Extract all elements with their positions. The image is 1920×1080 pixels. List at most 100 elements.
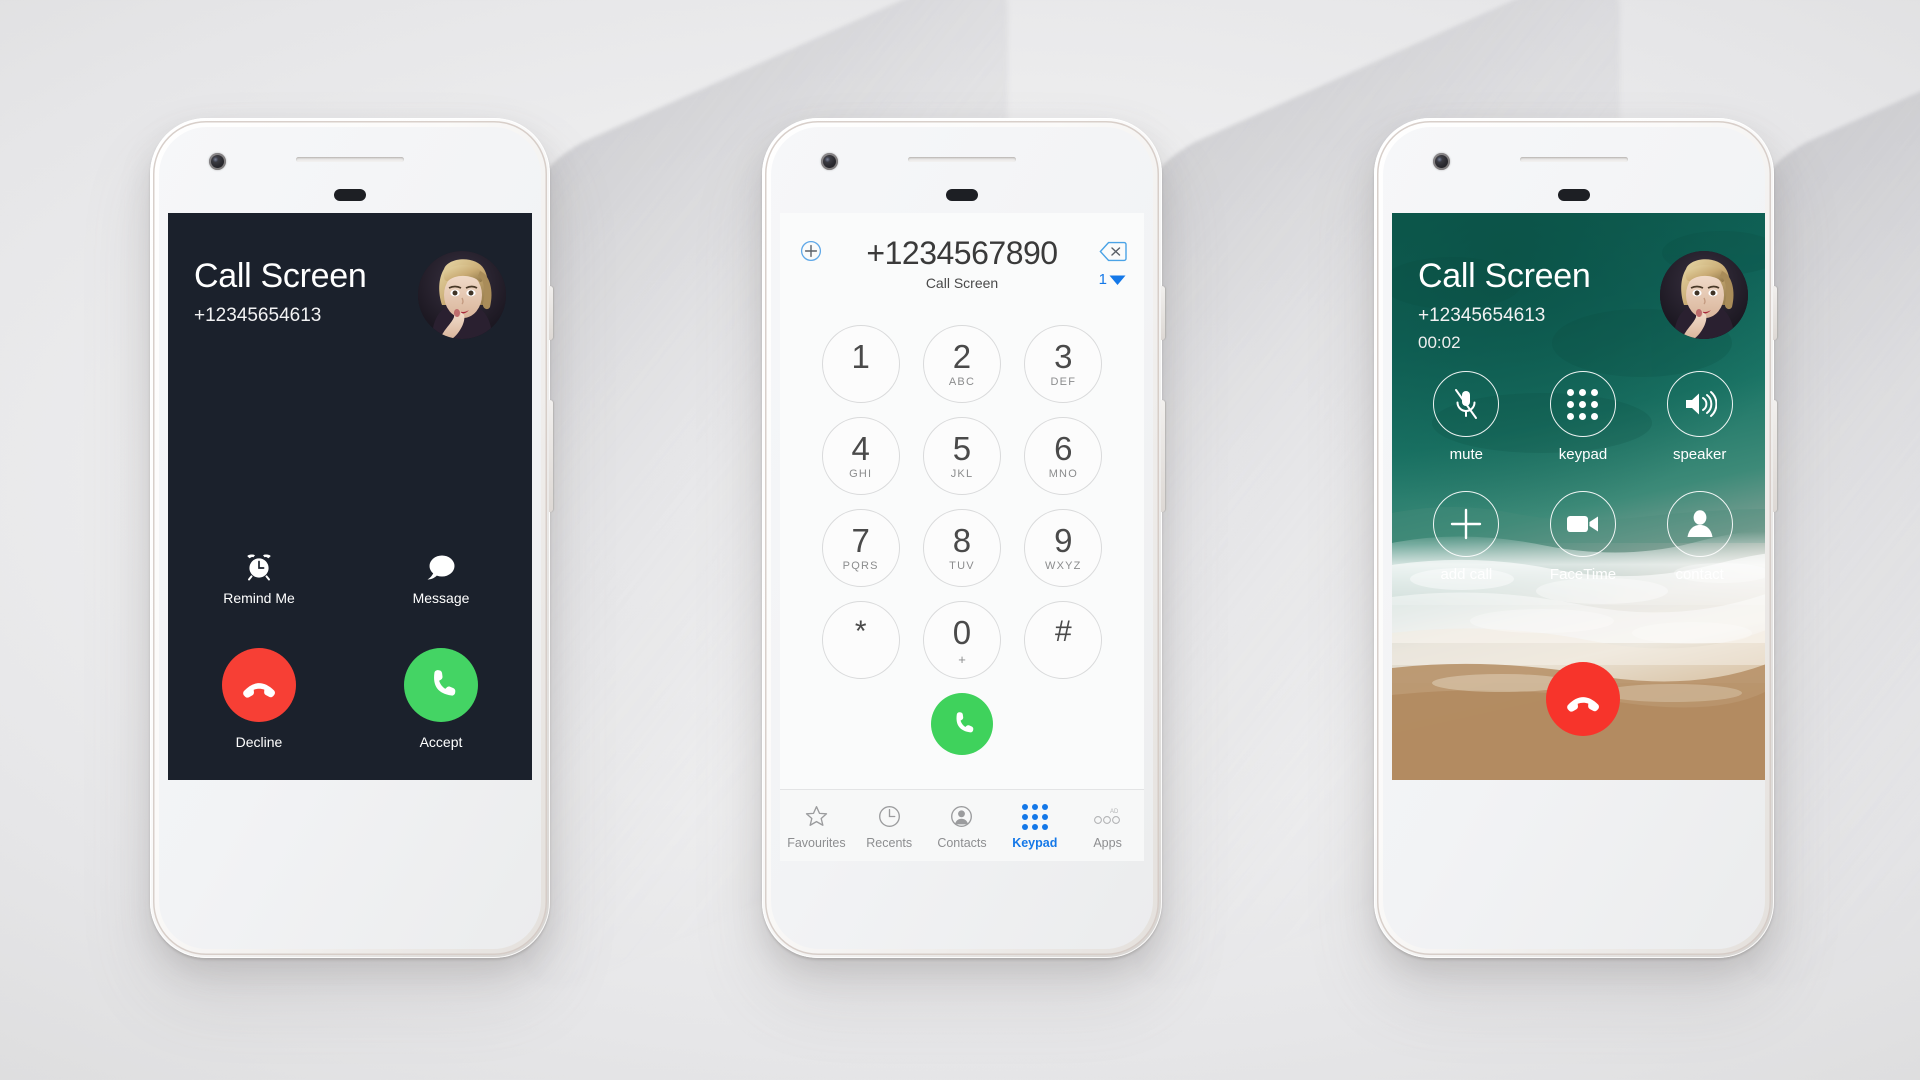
key-digit: #	[1054, 615, 1072, 648]
call-actions-row: Decline Accept	[168, 648, 532, 750]
alarm-clock-icon	[168, 548, 350, 582]
caller-number: +12345654613	[194, 305, 322, 326]
contact-button[interactable]: contact	[1666, 491, 1733, 583]
dialed-number[interactable]: +1234567890	[842, 235, 1082, 272]
volume-button[interactable]	[1161, 400, 1165, 512]
key-digit: 3	[1054, 337, 1073, 375]
avatar	[418, 251, 506, 339]
add-call-button[interactable]: add call	[1433, 491, 1500, 583]
control-label: speaker	[1672, 446, 1727, 463]
tab-favourites[interactable]: Favourites	[780, 802, 853, 850]
tab-label: Apps	[1093, 835, 1122, 850]
keypad-button[interactable]: keypad	[1549, 371, 1616, 463]
dial-keypad: 1 2 ABC 3 DEF 4 GHI 5 JKL 6 MNO 7 PQRS 8…	[810, 325, 1114, 679]
plus-icon	[1433, 491, 1500, 557]
add-contact-button[interactable]	[780, 240, 842, 267]
decline-label: Decline	[235, 734, 283, 750]
key-digit: 2	[952, 337, 972, 375]
key-4[interactable]: 4 GHI	[821, 417, 900, 495]
volume-button[interactable]	[1773, 400, 1777, 512]
phone-front: +1234567890 Call Screen 1 1 2 ABC 3 DEF …	[771, 127, 1153, 949]
proximity-sensor	[1558, 189, 1590, 201]
mute-button[interactable]: mute	[1433, 371, 1500, 463]
tab-contacts[interactable]: Contacts	[926, 802, 999, 850]
phone-dialer: +1234567890 Call Screen 1 1 2 ABC 3 DEF …	[762, 118, 1165, 958]
key-0[interactable]: 0 +	[922, 601, 1001, 679]
control-label: mute	[1449, 446, 1483, 463]
tab-keypad[interactable]: Keypad	[998, 802, 1071, 850]
power-button[interactable]	[549, 286, 553, 340]
backspace-button[interactable]	[1082, 241, 1144, 267]
key-9[interactable]: 9 WXYZ	[1024, 509, 1103, 587]
backspace-icon	[1099, 241, 1127, 261]
facetime-button[interactable]: FaceTime	[1550, 491, 1616, 583]
page-title: Call Screen	[1418, 257, 1591, 295]
dialer-contact-name: Call Screen	[925, 275, 999, 291]
earpiece-speaker	[1520, 157, 1628, 162]
star-icon	[780, 802, 853, 832]
tab-label: Recents	[866, 835, 913, 850]
tab-label: Keypad	[1012, 835, 1058, 850]
key-digit: 1	[851, 337, 870, 375]
key-1[interactable]: 1	[821, 325, 900, 403]
remind-me-label: Remind Me	[223, 590, 295, 606]
key-letters: PQRS	[842, 559, 879, 572]
decline-action[interactable]: Decline	[168, 648, 350, 750]
accept-label: Accept	[419, 734, 463, 750]
message-button[interactable]: Message	[350, 548, 532, 606]
power-button[interactable]	[1161, 286, 1165, 340]
key-star[interactable]: *	[821, 601, 900, 679]
key-hash[interactable]: #	[1024, 601, 1103, 679]
key-letters: +	[958, 651, 966, 667]
front-camera-icon	[1433, 153, 1450, 170]
key-8[interactable]: 8 TUV	[922, 509, 1001, 587]
keypad-grid-icon	[998, 802, 1071, 832]
plus-circle-icon	[800, 240, 822, 262]
key-6[interactable]: 6 MNO	[1024, 417, 1103, 495]
speech-bubble-icon	[350, 548, 532, 582]
speaker-button[interactable]: speaker	[1666, 371, 1733, 463]
phones-stage: Call Screen +12345654613 Remind Me Messa…	[0, 0, 1920, 1080]
control-label: FaceTime	[1549, 566, 1617, 583]
avatar-photo	[418, 251, 506, 339]
video-camera-icon	[1549, 491, 1616, 557]
tab-recents[interactable]: Recents	[853, 802, 926, 850]
in-call-controls: mute keypad speaker add call FaceTime co…	[1408, 371, 1758, 583]
control-label: contact	[1675, 566, 1724, 583]
key-letters: DEF	[1050, 375, 1077, 388]
accept-button[interactable]	[404, 648, 478, 722]
decline-button[interactable]	[222, 648, 296, 722]
remind-me-button[interactable]: Remind Me	[168, 548, 350, 606]
phone-down-icon	[1567, 697, 1599, 712]
dialer-header: +1234567890 Call Screen 1	[780, 213, 1144, 321]
key-digit: 6	[1054, 429, 1073, 467]
key-digit: 4	[851, 429, 870, 467]
bottom-tabbar: Favourites Recents Contacts Keypad AD Ap…	[780, 789, 1144, 861]
speaker-icon	[1666, 371, 1733, 437]
key-2[interactable]: 2 ABC	[922, 325, 1001, 403]
tab-apps[interactable]: AD Apps	[1071, 802, 1144, 850]
quick-actions-row: Remind Me Message	[168, 548, 532, 606]
key-5[interactable]: 5 JKL	[922, 417, 1001, 495]
front-camera-icon	[821, 153, 838, 170]
key-7[interactable]: 7 PQRS	[821, 509, 900, 587]
dialer-screen: +1234567890 Call Screen 1 1 2 ABC 3 DEF …	[780, 213, 1144, 861]
in-call-screen: Call Screen +12345654613 00:02 mute keyp…	[1392, 213, 1765, 780]
key-letters: MNO	[1048, 467, 1078, 480]
sim-selector[interactable]: 1	[1099, 271, 1126, 288]
person-icon	[1666, 491, 1733, 557]
proximity-sensor	[946, 189, 978, 201]
message-label: Message	[412, 590, 470, 606]
power-button[interactable]	[1773, 286, 1777, 340]
call-timer: 00:02	[1418, 333, 1461, 352]
tab-label: Favourites	[787, 835, 846, 850]
accept-action[interactable]: Accept	[350, 648, 532, 750]
proximity-sensor	[334, 189, 366, 201]
call-button[interactable]	[931, 693, 993, 755]
volume-button[interactable]	[549, 400, 553, 512]
control-label: add call	[1440, 566, 1493, 583]
key-3[interactable]: 3 DEF	[1024, 325, 1103, 403]
front-camera-icon	[209, 153, 226, 170]
end-call-button[interactable]	[1546, 662, 1620, 736]
chevron-down-icon	[1109, 275, 1126, 285]
